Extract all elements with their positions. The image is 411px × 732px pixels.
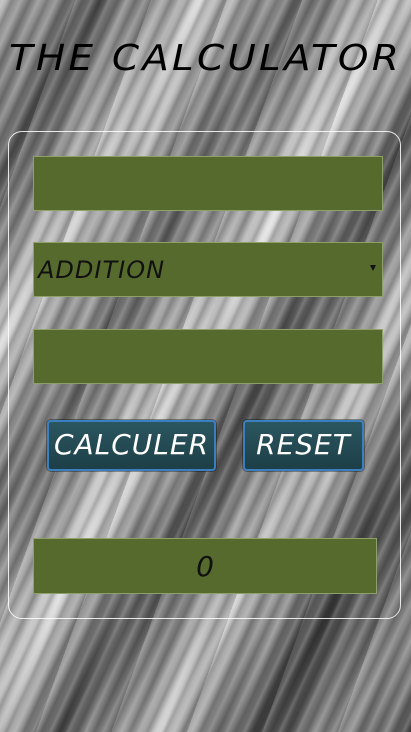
calculate-button[interactable]: CALCULER bbox=[47, 420, 216, 471]
second-number-input[interactable] bbox=[33, 329, 383, 384]
result-display: 0 bbox=[33, 538, 377, 594]
app-title: THE CALCULATOR bbox=[8, 38, 403, 79]
reset-button[interactable]: RESET bbox=[243, 420, 364, 471]
first-number-input[interactable] bbox=[33, 156, 383, 211]
dropdown-arrow-icon bbox=[370, 265, 376, 271]
operation-select[interactable]: ADDITION bbox=[33, 242, 383, 297]
operation-selected-label: ADDITION bbox=[38, 255, 166, 284]
result-value: 0 bbox=[196, 549, 214, 583]
